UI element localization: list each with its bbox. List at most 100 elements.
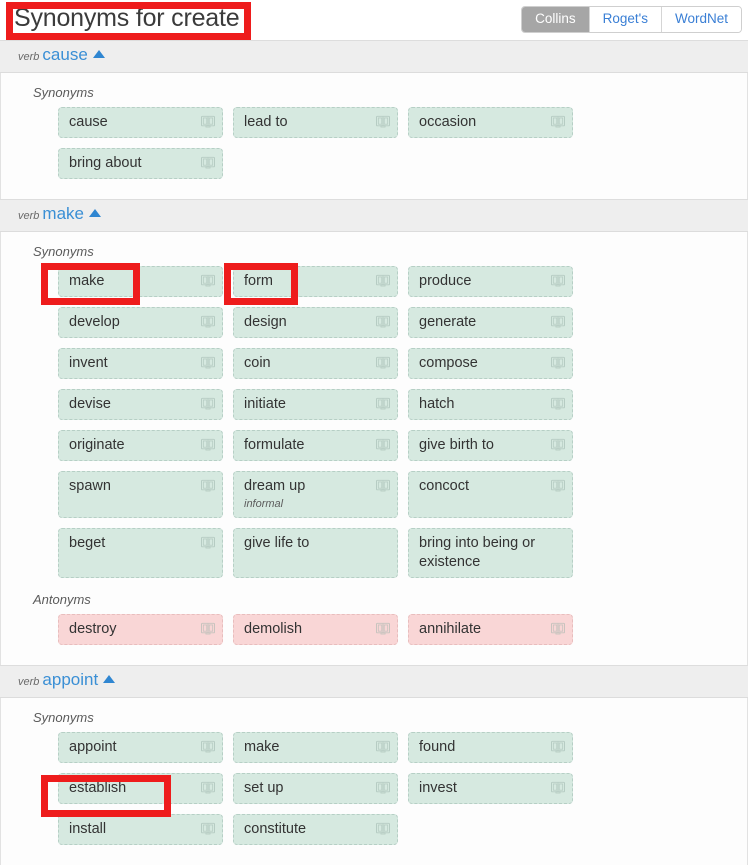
synonym-chip-compose[interactable]: compose <box>408 348 573 379</box>
book-icon[interactable] <box>201 740 215 753</box>
sense-header-make[interactable]: verb make <box>0 200 748 232</box>
synonym-chip-set-up[interactable]: set up <box>233 773 398 804</box>
synonym-chip-formulate[interactable]: formulate <box>233 430 398 461</box>
caret-up-icon[interactable] <box>92 50 105 58</box>
book-icon[interactable] <box>201 622 215 635</box>
synonym-chip-invest[interactable]: invest <box>408 773 573 804</box>
book-icon[interactable] <box>201 438 215 451</box>
synonym-chip-cause[interactable]: cause <box>58 107 223 138</box>
chip-word: establish <box>69 780 127 796</box>
book-icon[interactable] <box>376 315 390 328</box>
synonym-chip-spawn[interactable]: spawn <box>58 471 223 518</box>
chip-word: install <box>69 821 107 837</box>
tab-collins[interactable]: Collins <box>522 7 590 32</box>
book-icon[interactable] <box>201 536 215 549</box>
sense-header-cause[interactable]: verb cause <box>0 41 748 73</box>
synonym-chip-develop[interactable]: develop <box>58 307 223 338</box>
book-icon[interactable] <box>376 438 390 451</box>
synonym-chip-install[interactable]: install <box>58 814 223 845</box>
book-icon[interactable] <box>551 479 565 492</box>
book-icon[interactable] <box>376 622 390 635</box>
part-of-speech: verb <box>18 676 40 688</box>
synonym-chip-invent[interactable]: invent <box>58 348 223 379</box>
synonym-chip-initiate[interactable]: initiate <box>233 389 398 420</box>
synonym-chip-design[interactable]: design <box>233 307 398 338</box>
book-icon[interactable] <box>551 397 565 410</box>
book-icon[interactable] <box>376 822 390 835</box>
book-icon[interactable] <box>201 156 215 169</box>
book-icon[interactable] <box>376 397 390 410</box>
synonym-chip-lead-to[interactable]: lead to <box>233 107 398 138</box>
chip-word: constitute <box>244 821 307 837</box>
sense-word[interactable]: cause <box>42 45 87 64</box>
caret-up-icon[interactable] <box>103 675 116 683</box>
book-icon[interactable] <box>551 622 565 635</box>
antonym-chip-annihilate[interactable]: annihilate <box>408 614 573 645</box>
synonym-chip-hatch[interactable]: hatch <box>408 389 573 420</box>
book-icon[interactable] <box>376 781 390 794</box>
antonym-chip-destroy[interactable]: destroy <box>58 614 223 645</box>
book-icon[interactable] <box>551 315 565 328</box>
book-icon[interactable] <box>551 356 565 369</box>
synonym-chip-devise[interactable]: devise <box>58 389 223 420</box>
book-icon[interactable] <box>201 397 215 410</box>
synonym-chip-make[interactable]: make <box>233 732 398 763</box>
page-header: Synonyms for create Collins Roget's Word… <box>0 0 748 40</box>
synonym-chip-give-birth-to[interactable]: give birth to <box>408 430 573 461</box>
synonym-chip-appoint[interactable]: appoint <box>58 732 223 763</box>
synonym-chip-coin[interactable]: coin <box>233 348 398 379</box>
book-icon[interactable] <box>201 115 215 128</box>
book-icon[interactable] <box>376 356 390 369</box>
book-icon[interactable] <box>201 315 215 328</box>
synonym-chip-constitute[interactable]: constitute <box>233 814 398 845</box>
synonym-chip-dream-up[interactable]: dream up informal <box>233 471 398 518</box>
book-icon[interactable] <box>551 740 565 753</box>
tab-rogets[interactable]: Roget's <box>589 7 662 32</box>
synonym-chip-originate[interactable]: originate <box>58 430 223 461</box>
antonyms-grid-make: destroy demolish annihilate <box>1 614 588 655</box>
book-icon[interactable] <box>376 274 390 287</box>
book-icon[interactable] <box>201 356 215 369</box>
chip-register-tag: informal <box>244 498 284 510</box>
chip-word: hatch <box>419 396 455 412</box>
synonym-chip-beget[interactable]: beget <box>58 528 223 578</box>
synonym-chip-concoct[interactable]: concoct <box>408 471 573 518</box>
book-icon[interactable] <box>551 438 565 451</box>
book-icon[interactable] <box>376 479 390 492</box>
tab-wordnet[interactable]: WordNet <box>661 7 741 32</box>
synonym-chip-establish[interactable]: establish <box>58 773 223 804</box>
synonym-chip-bring-into-being-or-existence[interactable]: bring into being or existence <box>408 528 573 578</box>
book-icon[interactable] <box>201 479 215 492</box>
synonym-chip-generate[interactable]: generate <box>408 307 573 338</box>
dictionary-source-tabs: Collins Roget's WordNet <box>521 6 742 33</box>
sense-header-appoint[interactable]: verb appoint <box>0 666 748 698</box>
chip-word: cause <box>69 114 108 130</box>
caret-up-icon[interactable] <box>88 209 101 217</box>
synonym-chip-occasion[interactable]: occasion <box>408 107 573 138</box>
synonym-chip-make[interactable]: make <box>58 266 223 297</box>
chip-word: bring about <box>69 155 142 171</box>
book-icon[interactable] <box>551 781 565 794</box>
chip-word: found <box>419 739 456 755</box>
book-icon[interactable] <box>376 740 390 753</box>
book-icon[interactable] <box>551 115 565 128</box>
antonym-chip-demolish[interactable]: demolish <box>233 614 398 645</box>
synonym-chip-bring-about[interactable]: bring about <box>58 148 223 179</box>
synonym-chip-produce[interactable]: produce <box>408 266 573 297</box>
synonym-chip-found[interactable]: found <box>408 732 573 763</box>
book-icon[interactable] <box>376 115 390 128</box>
chip-word: bring into being or existence <box>419 535 536 570</box>
sense-word[interactable]: make <box>42 204 84 223</box>
book-icon[interactable] <box>551 274 565 287</box>
chip-word: annihilate <box>419 621 482 637</box>
part-of-speech: verb <box>18 210 40 222</box>
synonym-chip-form[interactable]: form <box>233 266 398 297</box>
synonym-chip-give-life-to[interactable]: give life to <box>233 528 398 578</box>
book-icon[interactable] <box>201 274 215 287</box>
chip-word: concoct <box>419 478 469 494</box>
chip-word: set up <box>244 780 284 796</box>
chip-word: destroy <box>69 621 117 637</box>
book-icon[interactable] <box>201 781 215 794</box>
sense-word[interactable]: appoint <box>42 670 98 689</box>
book-icon[interactable] <box>201 822 215 835</box>
